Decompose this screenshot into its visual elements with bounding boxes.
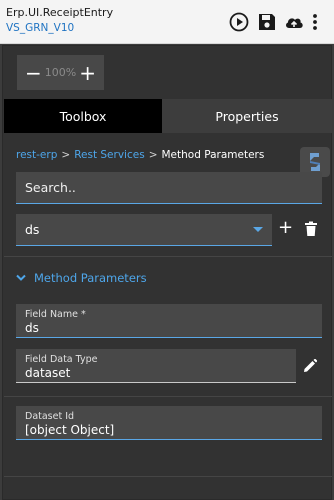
more-vertical-icon[interactable] [306, 11, 324, 33]
app-title: Erp.UI.ReceiptEntry [6, 6, 114, 19]
title-bar: Erp.UI.ReceiptEntry VS_GRN_V10 [0, 0, 334, 44]
panel-tabs: Toolbox Properties [4, 99, 332, 133]
tab-toolbox[interactable]: Toolbox [4, 99, 162, 133]
cloud-upload-icon[interactable] [283, 11, 305, 33]
field-data-type-value: dataset [25, 366, 71, 380]
toolbox-panel: − 100% + Toolbox Properties rest-erp > R… [2, 45, 332, 500]
s-logo-icon [310, 153, 320, 171]
field-divider [4, 396, 332, 397]
zoom-control: − 100% + [17, 55, 104, 90]
trash-icon[interactable] [304, 221, 318, 237]
zoom-out-button[interactable]: − [25, 63, 42, 83]
field-name-value: ds [25, 321, 39, 335]
search-input[interactable]: Search.. [16, 172, 322, 204]
pencil-icon[interactable] [303, 359, 317, 373]
dataset-id-input[interactable]: Dataset Id [object Object] [16, 406, 322, 440]
field-name-label: Field Name * [25, 309, 86, 320]
field-name-input[interactable]: Field Name * ds [16, 304, 322, 338]
app-subtitle[interactable]: VS_GRN_V10 [6, 22, 74, 34]
breadcrumb-separator: > [61, 149, 71, 161]
zoom-in-button[interactable]: + [79, 63, 96, 83]
field-data-type-label: Field Data Type [25, 354, 98, 365]
breadcrumb-current: Method Parameters [161, 149, 265, 161]
search-placeholder: Search.. [25, 180, 76, 195]
dataset-id-value: [object Object] [25, 423, 115, 437]
method-parameters-section-header[interactable]: Method Parameters [16, 271, 147, 285]
method-select-value: ds [25, 222, 40, 237]
method-select[interactable]: ds [16, 214, 272, 246]
breadcrumb-rest-services[interactable]: Rest Services [74, 149, 145, 161]
section-title: Method Parameters [34, 271, 147, 285]
caret-down-icon [253, 227, 263, 232]
zoom-level: 100% [44, 66, 77, 79]
bottom-divider [4, 476, 332, 477]
breadcrumb-separator: > [148, 149, 158, 161]
breadcrumb-rest-erp[interactable]: rest-erp [16, 149, 57, 161]
section-divider [4, 256, 332, 257]
chevron-down-icon [16, 274, 26, 281]
dataset-id-label: Dataset Id [25, 411, 75, 422]
play-circle-icon[interactable] [228, 11, 250, 33]
breadcrumb: rest-erp > Rest Services > Method Parame… [16, 149, 264, 161]
field-data-type-input[interactable]: Field Data Type dataset [16, 349, 296, 383]
tab-properties[interactable]: Properties [162, 99, 332, 133]
add-button[interactable]: + [278, 219, 293, 237]
save-icon[interactable] [256, 11, 278, 33]
